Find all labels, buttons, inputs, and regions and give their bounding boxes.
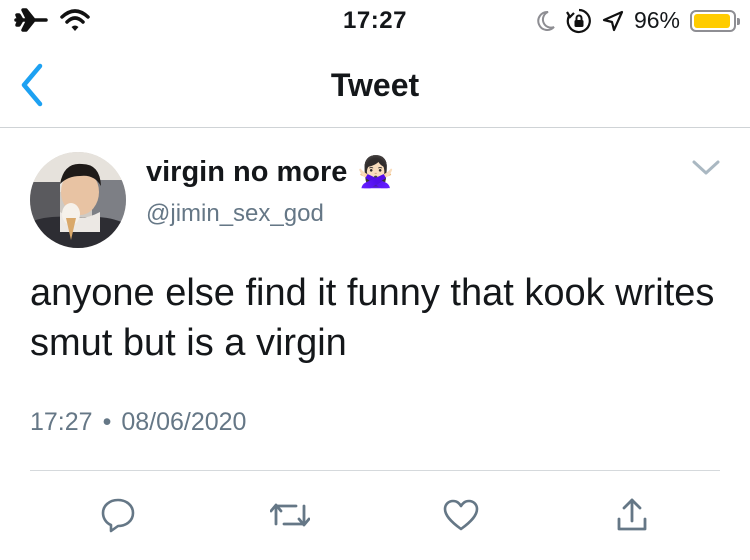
avatar-photo [30, 152, 126, 248]
reply-button[interactable] [98, 495, 138, 535]
location-icon [602, 10, 624, 31]
retweet-icon [270, 503, 310, 527]
share-button[interactable] [612, 495, 652, 535]
share-icon [617, 498, 647, 531]
chevron-down-icon [692, 160, 720, 175]
tweet-time: 17:27 [30, 408, 93, 436]
reply-icon [101, 498, 135, 533]
tweet-meta: 17:27 • 08/06/2020 [30, 408, 246, 437]
page-title: Tweet [330, 67, 420, 103]
like-button[interactable] [441, 495, 481, 535]
user-handle[interactable]: @jimin_sex_god [146, 200, 324, 228]
battery-icon [690, 9, 740, 32]
display-name[interactable]: virgin no more [146, 156, 347, 189]
battery-percent: 96% [633, 7, 680, 33]
nav-bar: Tweet [0, 40, 750, 128]
rotation-lock-icon [566, 8, 591, 33]
status-bar: 17:27 96% [0, 0, 750, 40]
tweet-options-button[interactable] [690, 156, 722, 180]
battery-level [694, 13, 731, 28]
meta-separator: • [102, 408, 112, 436]
divider [30, 470, 720, 471]
avatar[interactable] [30, 152, 126, 248]
retweet-button[interactable] [270, 495, 310, 535]
status-right-icons: 96% [536, 7, 740, 34]
tweet-text: anyone else find it funny that kook writ… [30, 272, 715, 364]
gesture-no-emoji: 🙅🏻‍♀️ [357, 155, 395, 189]
moon-icon [537, 10, 555, 31]
name-row: virgin no more 🙅🏻‍♀️ [146, 156, 395, 189]
battery-nub [737, 17, 740, 25]
like-icon [443, 499, 479, 531]
tweet-date: 08/06/2020 [121, 408, 247, 436]
